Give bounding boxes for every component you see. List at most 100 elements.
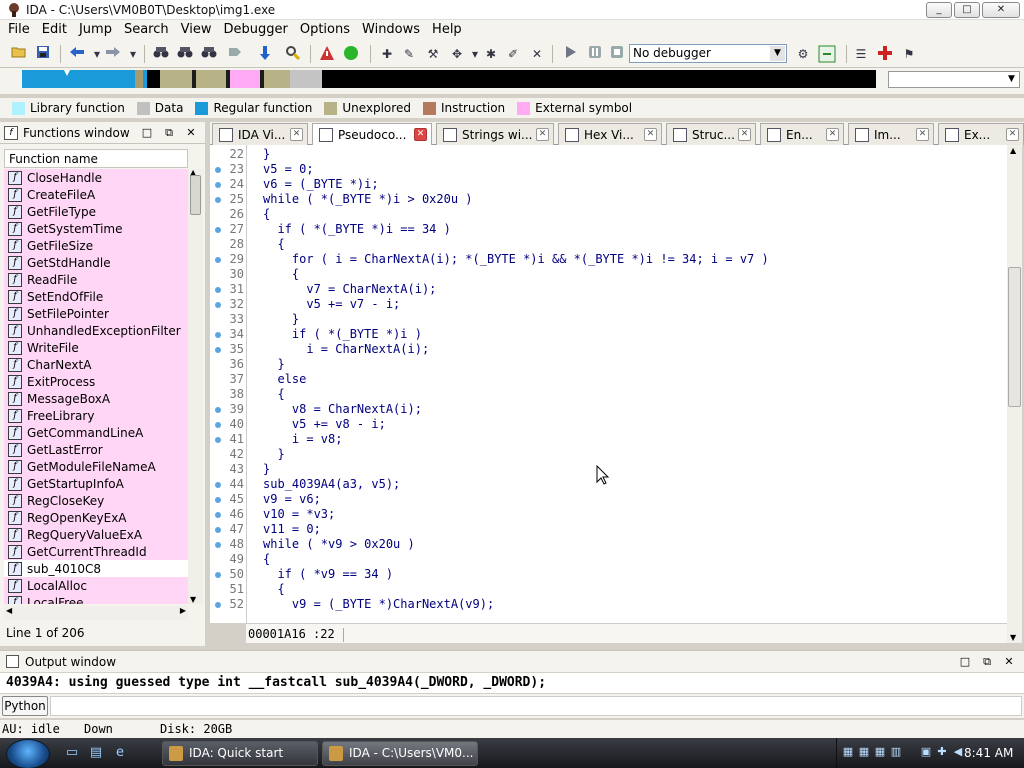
list-icon[interactable]: ☰ (852, 45, 870, 63)
cross-icon[interactable]: ✕ (528, 45, 546, 63)
graph-icon[interactable] (318, 45, 336, 63)
tab-close-icon[interactable]: ✕ (536, 128, 549, 141)
close-icon[interactable]: ✕ (1002, 655, 1016, 669)
code-line[interactable]: { (263, 387, 284, 402)
breakpoint-dot-icon[interactable] (215, 437, 221, 443)
network-tray-icon[interactable]: ▦ (857, 745, 871, 759)
breakpoint-dot-icon[interactable] (215, 407, 221, 413)
navband-segment[interactable] (160, 70, 192, 88)
struct-icon[interactable]: ⚒ (424, 45, 442, 63)
volume-icon[interactable]: ◀ (951, 745, 965, 759)
code-line[interactable]: { (263, 237, 284, 252)
function-list-item[interactable]: f ReadFile (4, 271, 188, 288)
tab-strings[interactable]: Strings wi... ✕ (436, 123, 554, 145)
tab-close-icon[interactable]: ✕ (826, 128, 839, 141)
code-line[interactable]: v6 = (_BYTE *)i; (263, 177, 379, 192)
internet-explorer-icon[interactable]: e (112, 746, 128, 760)
breakpoint-dot-icon[interactable] (215, 257, 221, 263)
security-tray-icon[interactable]: ✚ (935, 745, 949, 759)
function-list-item[interactable]: f FreeLibrary (4, 407, 188, 424)
menu-file[interactable]: File (2, 20, 36, 40)
code-line[interactable]: v10 = *v3; (263, 507, 335, 522)
breakpoint-dot-icon[interactable] (215, 182, 221, 188)
forward-dropdown-icon[interactable]: ▾ (124, 45, 142, 63)
functions-horizontal-scrollbar[interactable]: ◀ ▶ (4, 606, 188, 620)
code-line[interactable]: i = CharNextA(i); (263, 342, 429, 357)
function-list-item[interactable]: f UnhandledExceptionFilter (4, 322, 188, 339)
function-list-item[interactable]: f RegOpenKeyExA (4, 509, 188, 526)
minimize-button[interactable]: _ (926, 2, 952, 18)
code-line[interactable]: else (263, 372, 306, 387)
tab-close-icon[interactable]: ✕ (290, 128, 303, 141)
breakpoint-dot-icon[interactable] (215, 602, 221, 608)
code-line[interactable]: sub_4039A4(a3, v5); (263, 477, 400, 492)
scroll-left-icon[interactable]: ◀ (6, 606, 12, 615)
navband-segment[interactable] (230, 70, 260, 88)
code-line[interactable]: { (263, 267, 299, 282)
close-icon[interactable]: ✕ (184, 126, 198, 140)
play-icon[interactable] (562, 45, 580, 63)
tab-pseudocode[interactable]: Pseudoco... ✕ (312, 123, 432, 146)
code-line[interactable]: v9 = v6; (263, 492, 321, 507)
save-icon[interactable] (34, 45, 52, 63)
code-line[interactable]: v11 = 0; (263, 522, 321, 537)
find-next-icon[interactable] (226, 45, 244, 63)
code-line[interactable]: v5 += v8 - i; (263, 417, 386, 432)
binoculars-hex-icon[interactable] (176, 45, 194, 63)
debug-trace-icon[interactable] (818, 45, 836, 63)
debug-attach-icon[interactable]: ⚙ (794, 45, 812, 63)
code-line[interactable]: } (263, 147, 270, 162)
title-bar[interactable]: IDA - C:\Users\VM0B0T\Desktop\img1.exe _… (0, 0, 1024, 20)
tab-close-icon[interactable]: ✕ (916, 128, 929, 141)
breakpoint-dot-icon[interactable] (215, 482, 221, 488)
menu-jump[interactable]: Jump (73, 20, 118, 40)
code-line[interactable]: if ( *v9 == 34 ) (263, 567, 393, 582)
float-icon[interactable]: ⧉ (980, 655, 994, 669)
code-line[interactable]: { (263, 207, 270, 222)
back-arrow-icon[interactable] (68, 45, 86, 63)
function-list-item[interactable]: f CloseHandle (4, 169, 188, 186)
navigation-combo[interactable]: ▼ (888, 71, 1020, 88)
navband-segment[interactable] (290, 70, 322, 88)
breakpoint-dot-icon[interactable] (215, 227, 221, 233)
enum-icon[interactable]: ✥ (448, 45, 466, 63)
breakpoint-dot-icon[interactable] (215, 512, 221, 518)
tab-enums[interactable]: En... ✕ (760, 123, 844, 145)
forward-arrow-icon[interactable] (104, 45, 122, 63)
python-command-input[interactable] (50, 696, 1022, 716)
folder-open-icon[interactable] (10, 45, 28, 63)
function-list-item[interactable]: f SetEndOfFile (4, 288, 188, 305)
network-tray-icon[interactable]: ▦ (873, 745, 887, 759)
tab-ida-view[interactable]: IDA Vi... ✕ (212, 123, 308, 145)
code-line[interactable]: v5 = 0; (263, 162, 314, 177)
function-list-item[interactable]: f CreateFileA (4, 186, 188, 203)
usb-tray-icon[interactable]: ▥ (889, 745, 903, 759)
breakpoint-dot-icon[interactable] (215, 197, 221, 203)
code-line[interactable]: } (263, 312, 299, 327)
function-list-item[interactable]: f MessageBoxA (4, 390, 188, 407)
function-list-item[interactable]: f GetStdHandle (4, 254, 188, 271)
function-list-item[interactable]: f RegCloseKey (4, 492, 188, 509)
navband-segment[interactable] (196, 70, 226, 88)
function-list-item[interactable]: f ExitProcess (4, 373, 188, 390)
code-line[interactable]: if ( *(_BYTE *)i == 34 ) (263, 222, 450, 237)
rename-icon[interactable]: ✐ (504, 45, 522, 63)
code-line[interactable]: while ( *v9 > 0x20u ) (263, 537, 415, 552)
plus-red-icon[interactable] (876, 45, 894, 63)
scroll-down-icon[interactable]: ▼ (190, 595, 196, 604)
breakpoint-dot-icon[interactable] (215, 542, 221, 548)
taskbar-item-ida-quick-start[interactable]: IDA: Quick start (162, 741, 318, 766)
show-desktop-icon[interactable]: ▭ (64, 746, 80, 760)
function-list-item[interactable]: f sub_4010C8 (4, 560, 188, 577)
close-button[interactable]: ✕ (982, 2, 1020, 18)
code-line[interactable]: i = v8; (263, 432, 343, 447)
jump-down-icon[interactable] (256, 45, 274, 63)
code-line[interactable]: v5 += v7 - i; (263, 297, 400, 312)
patch-icon[interactable]: ✱ (482, 45, 500, 63)
clock[interactable]: 8:41 AM (964, 738, 1013, 768)
function-list-item[interactable]: f GetCurrentThreadId (4, 543, 188, 560)
code-line[interactable]: v7 = CharNextA(i); (263, 282, 436, 297)
scroll-down-icon[interactable]: ▼ (1010, 633, 1016, 642)
function-list-item[interactable]: f SetFilePointer (4, 305, 188, 322)
code-line[interactable]: while ( *(_BYTE *)i > 0x20u ) (263, 192, 473, 207)
